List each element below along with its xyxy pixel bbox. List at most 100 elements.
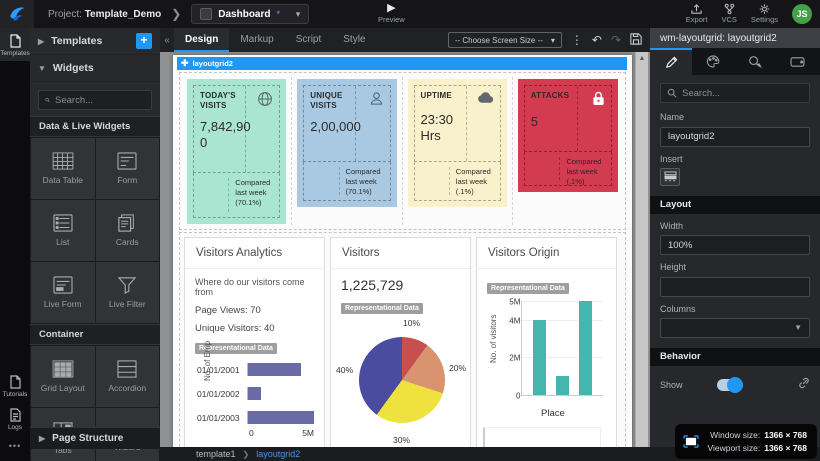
add-template-button[interactable]: +	[136, 33, 152, 49]
move-handle-icon[interactable]: ✚	[181, 58, 189, 69]
tab-design[interactable]: Design	[174, 28, 229, 52]
wavemaker-logo[interactable]	[0, 0, 34, 28]
widget-tile-data-table[interactable]: Data Table	[31, 138, 95, 199]
section-layout: Layout	[650, 196, 820, 214]
sidebar-collapse-button[interactable]: «	[160, 35, 174, 46]
card-value: 5	[531, 114, 583, 130]
vcs-button[interactable]: VCS	[721, 3, 736, 24]
origin-bar	[556, 376, 569, 395]
grid-cell[interactable]: TODAY'S VISITS 7,842,900 Compared last w…	[182, 77, 292, 225]
page-artboard[interactable]: ✚ layoutgrid2 TODAY'S VISITS 7,842,900	[173, 55, 632, 447]
canvas-scrollbar[interactable]: ▲	[635, 52, 648, 447]
grid-cell[interactable]: UPTIME 23:30 Hrs Compared last week (.1%…	[403, 77, 513, 225]
analytics-panels-grid[interactable]: Visitors Analytics Where do our visitors…	[179, 232, 626, 447]
tab-styles[interactable]	[692, 48, 734, 75]
stat-card-unique-visits[interactable]: UNIQUE VISITS 2,00,000 Compared last wee…	[297, 79, 396, 207]
selection-header[interactable]: ✚ layoutgrid2	[177, 57, 627, 70]
representational-data-badge: Representational Data	[341, 303, 423, 314]
page-structure-header[interactable]: ▶ Page Structure	[30, 427, 160, 449]
tutorials-icon	[9, 375, 22, 389]
widget-tile-cards[interactable]: Cards	[96, 200, 160, 261]
widget-tile-live-form[interactable]: Live Form	[31, 262, 95, 323]
grid-cell[interactable]: ATTACKS 5 Compared last week (.1%)	[513, 77, 623, 225]
widget-tile-label: Accordion	[108, 383, 146, 393]
widget-tile-label: Data Table	[43, 175, 83, 185]
show-label: Show	[660, 380, 683, 390]
more-options-button[interactable]: ⋮	[571, 33, 583, 47]
height-input[interactable]	[660, 277, 810, 297]
origin-bar	[579, 301, 592, 395]
widget-tile-accordion[interactable]: Accordion	[96, 346, 160, 407]
panel-title: Visitors Analytics	[185, 238, 324, 269]
show-toggle[interactable]	[717, 379, 743, 391]
name-input[interactable]	[660, 127, 810, 147]
rail-more-button[interactable]: •••	[0, 435, 30, 457]
settings-button[interactable]: Settings	[751, 3, 778, 24]
columns-select[interactable]: ▼	[660, 318, 810, 338]
origin-empty-field[interactable]	[483, 427, 601, 447]
tab-devices[interactable]	[776, 48, 818, 75]
page-selector-value: Dashboard	[218, 9, 270, 20]
breadcrumb-widget[interactable]: layoutgrid2	[256, 449, 300, 459]
growth-bar	[248, 387, 261, 400]
rail-item-logs[interactable]: Logs	[0, 402, 30, 435]
user-avatar[interactable]: JS	[792, 4, 812, 24]
property-search-box[interactable]	[660, 83, 810, 103]
rail-logs-label: Logs	[8, 424, 22, 431]
widget-search-box[interactable]	[38, 90, 152, 110]
tab-security[interactable]	[734, 48, 776, 75]
breadcrumb-page[interactable]: template1	[196, 449, 236, 459]
screen-size-dropdown[interactable]: -- Choose Screen Size -- ▾	[448, 32, 562, 48]
tab-markup[interactable]: Markup	[229, 28, 284, 52]
tab-script[interactable]: Script	[285, 28, 333, 52]
widget-tile-grid-layout[interactable]: Grid Layout	[31, 346, 95, 407]
widget-tile-label: Live Filter	[109, 299, 146, 309]
stat-card-uptime[interactable]: UPTIME 23:30 Hrs Compared last week (.1%…	[408, 79, 507, 207]
panel-visitors-origin[interactable]: Visitors Origin Representational Data No…	[476, 237, 617, 447]
section-data-live-widgets: Data & Live Widgets	[30, 116, 160, 137]
widget-tile-live-filter[interactable]: Live Filter	[96, 262, 160, 323]
panel-visitors[interactable]: Visitors 1,225,729 Representational Data…	[330, 237, 471, 447]
insert-label: Insert	[660, 154, 810, 164]
card-value: 23:30 Hrs	[421, 112, 472, 143]
chevron-down-icon: ▼	[38, 64, 46, 73]
tab-style[interactable]: Style	[332, 28, 376, 52]
growth-category-label: 01/01/2002	[197, 389, 247, 399]
stat-card-attacks[interactable]: ATTACKS 5 Compared last week (.1%)	[518, 79, 618, 192]
growth-xtick-max: 5M	[302, 428, 314, 438]
grid-cell[interactable]: UNIQUE VISITS 2,00,000 Compared last wee…	[292, 77, 402, 225]
design-canvas: ✚ layoutgrid2 TODAY'S VISITS 7,842,900	[160, 52, 650, 447]
export-button[interactable]: Export	[686, 3, 708, 24]
templates-panel-header[interactable]: ▶ Templates +	[30, 28, 160, 55]
bind-property-icon[interactable]	[798, 376, 810, 394]
card-title: ATTACKS	[531, 91, 572, 101]
visitors-origin-chart: No. of visitors 5M 4M 2M 0	[487, 301, 606, 419]
insert-row-button[interactable]	[660, 168, 680, 186]
widgets-panel-header[interactable]: ▼ Widgets	[30, 55, 160, 82]
rail-item-templates[interactable]: Templates	[0, 28, 30, 61]
widget-search-input[interactable]	[55, 95, 145, 106]
origin-ytick: 4M	[509, 316, 520, 325]
stat-cards-grid[interactable]: TODAY'S VISITS 7,842,900 Compared last w…	[179, 72, 626, 230]
scroll-up-icon[interactable]: ▲	[636, 52, 648, 65]
width-input[interactable]	[660, 235, 810, 255]
preview-button[interactable]: ▶ Preview	[378, 3, 405, 24]
widget-tile-form[interactable]: Form	[96, 138, 160, 199]
origin-ytick: 5M	[509, 298, 520, 307]
property-search-input[interactable]	[682, 88, 792, 99]
rail-item-tutorials[interactable]: Tutorials	[0, 369, 30, 402]
panel-visitors-analytics[interactable]: Visitors Analytics Where do our visitors…	[184, 237, 325, 447]
chevron-right-icon: ▶	[39, 434, 45, 443]
tab-properties[interactable]	[650, 48, 692, 75]
project-name: Template_Demo	[85, 9, 162, 20]
stat-card-todays-visits[interactable]: TODAY'S VISITS 7,842,900 Compared last w…	[187, 79, 286, 224]
widgets-sidebar: ▶ Templates + ▼ Widgets Data & Live Widg…	[30, 28, 160, 461]
save-button[interactable]	[630, 33, 642, 48]
undo-button[interactable]: ↶	[592, 33, 602, 47]
page-views-text: Page Views: 70	[195, 305, 314, 316]
page-selector-dropdown[interactable]: Dashboard * ▾	[191, 4, 309, 24]
chevron-right-icon: ▶	[38, 37, 44, 46]
redo-button[interactable]: ↷	[611, 33, 621, 47]
viewport-size-tooltip: Window size:1366 × 768 Viewport size:136…	[675, 424, 817, 459]
widget-tile-list[interactable]: List	[31, 200, 95, 261]
